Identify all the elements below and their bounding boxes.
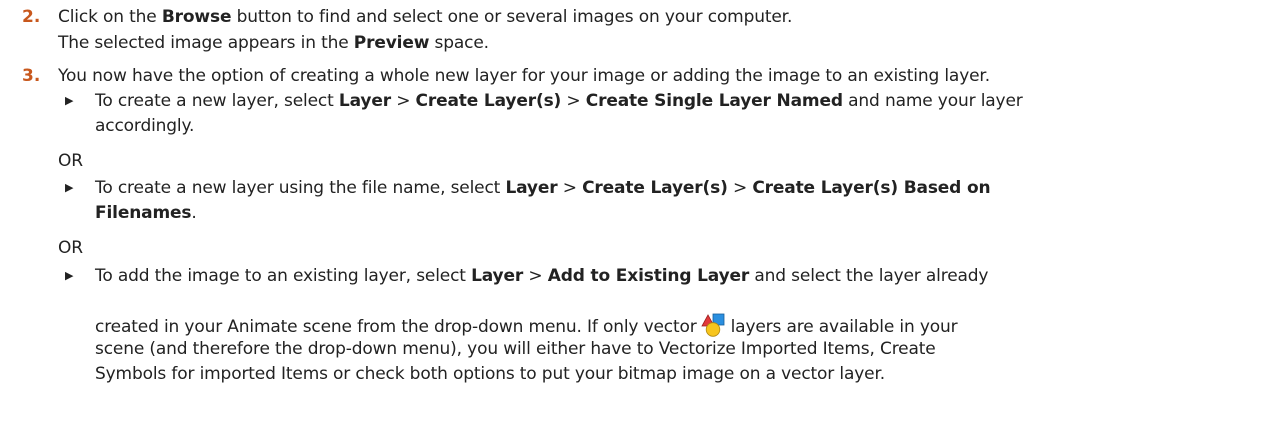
step-2-line-2: The selected image appears in the Previe… (58, 31, 489, 55)
menu-term: Create Layer(s) Based on (752, 178, 991, 198)
bullet-icon: ▶ (65, 181, 74, 194)
bullet-icon: ▶ (65, 269, 74, 282)
text: button to find and select one or several… (231, 7, 793, 27)
menu-separator: > (727, 178, 753, 198)
text: Click on the (58, 7, 162, 27)
text: . (191, 203, 197, 223)
menu-term: Layer (505, 178, 558, 198)
text: space. (429, 33, 490, 53)
text: and name your layer (842, 91, 1023, 111)
text: The selected image appears in the (58, 33, 354, 53)
or-label: OR (58, 151, 83, 171)
text: layers are available in your (730, 317, 958, 337)
menu-term: Layer (338, 91, 391, 111)
menu-separator: > (561, 91, 586, 111)
text: To create a new layer using the file nam… (95, 178, 506, 198)
menu-term: Layer (471, 266, 524, 286)
document-page: 2. Click on the Browse button to find an… (0, 0, 1263, 440)
menu-term: Create Layer(s) (582, 178, 728, 198)
text: To add the image to an existing layer, s… (95, 266, 472, 286)
menu-term: Create Single Layer Named (585, 91, 843, 111)
menu-term: Add to Existing Layer (547, 266, 750, 286)
bullet-icon: ▶ (65, 94, 74, 107)
menu-separator: > (390, 91, 416, 111)
text: and select the layer already (749, 266, 989, 286)
menu-term: Create Layer(s) (415, 91, 562, 111)
option-2-line-2: Filenames. (95, 201, 197, 225)
step-number: 2. (22, 7, 41, 27)
menu-separator: > (557, 178, 583, 198)
option-3-line-1: To add the image to an existing layer, s… (95, 264, 988, 288)
option-3-line-3: scene (and therefore the drop-down menu)… (95, 339, 936, 359)
menu-separator: > (523, 266, 548, 286)
or-label: OR (58, 238, 83, 258)
step-2-line-1: Click on the Browse button to find and s… (58, 5, 792, 29)
option-3-line-4: Symbols for imported Items or check both… (95, 364, 885, 384)
step-number: 3. (22, 66, 41, 86)
option-2-line-1: To create a new layer using the file nam… (95, 176, 991, 200)
step-3-intro: You now have the option of creating a wh… (58, 66, 990, 86)
ui-term-preview: Preview (353, 33, 430, 53)
menu-term: Filenames (95, 203, 192, 223)
option-1-line-2: accordingly. (95, 116, 195, 136)
text: To create a new layer, select (95, 91, 339, 111)
option-1-line-1: To create a new layer, select Layer > Cr… (95, 89, 1023, 113)
text: created in your Animate scene from the d… (95, 317, 697, 337)
ui-term-browse: Browse (161, 7, 232, 27)
